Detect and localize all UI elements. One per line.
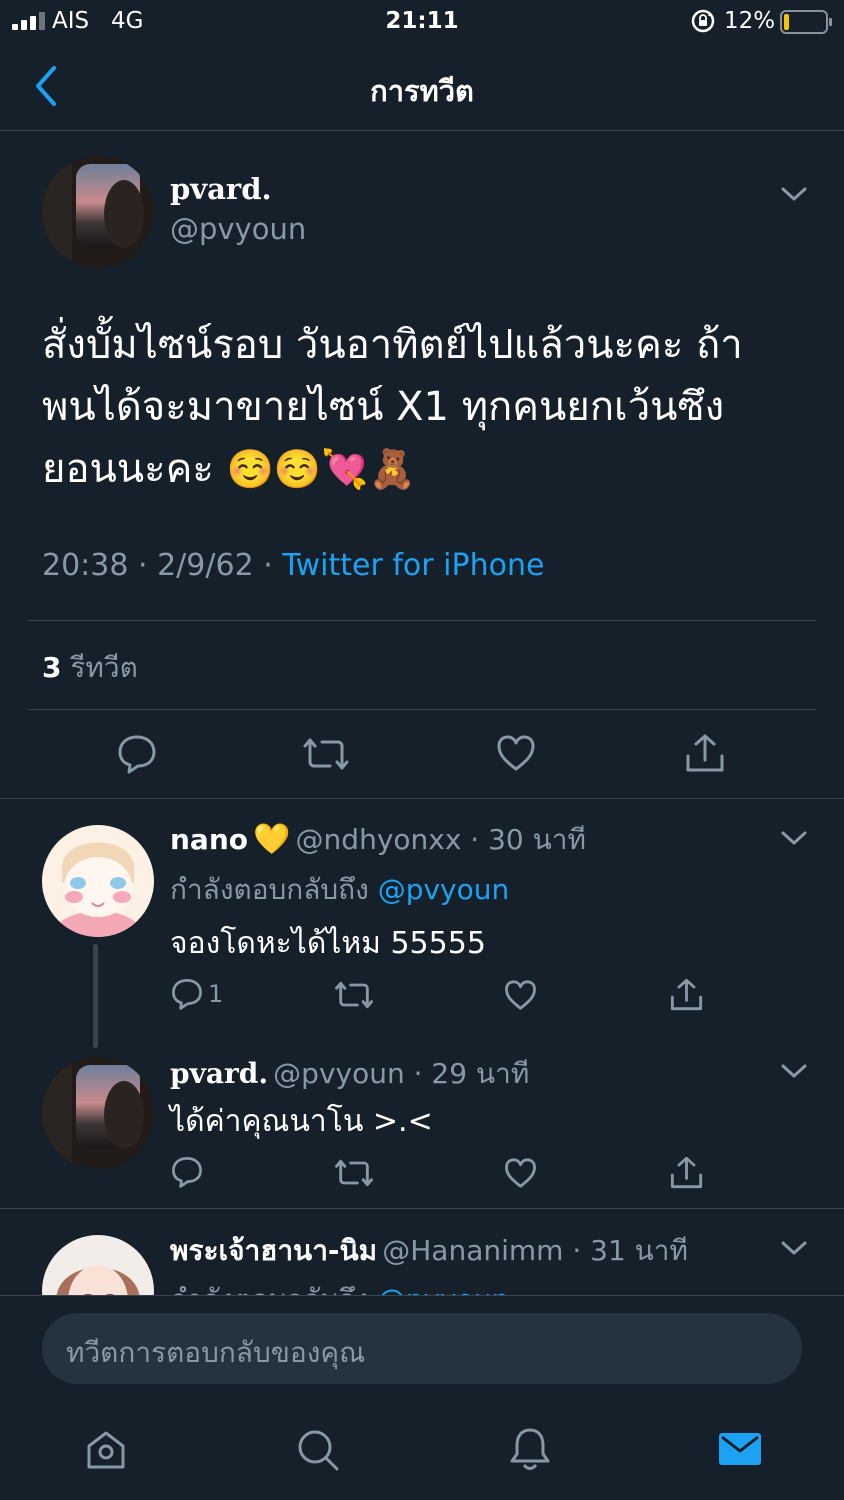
- battery-percent: 12%: [724, 8, 776, 34]
- tweet-text: สั่งบั้มไซน์รอบ วันอาทิตย์ไปแล้วนะคะ ถ้า…: [42, 314, 812, 500]
- like-icon[interactable]: [496, 734, 536, 772]
- tweet-text-segment: ยอนนะคะ: [42, 446, 214, 492]
- avatar[interactable]: [42, 156, 154, 268]
- thread-connector: [93, 944, 98, 1048]
- tweet-meta: 20:38 · 2/9/62 · Twitter for iPhone: [42, 548, 544, 583]
- divider: [28, 709, 816, 710]
- composer-placeholder: ทวีตการตอบกลับของคุณ: [66, 1336, 366, 1369]
- chevron-down-icon[interactable]: [780, 829, 808, 847]
- replying-to-link[interactable]: @pvyoun: [378, 873, 510, 906]
- reply-header: พระเจ้าฮานา-นิม @Hananimm · 31 นาที: [170, 1229, 688, 1273]
- chevron-down-icon[interactable]: [780, 1062, 808, 1080]
- handle[interactable]: @ndhyonxx: [296, 823, 462, 856]
- battery-icon: [780, 10, 834, 34]
- reply-header: pvard. @pvyoun · 29 นาที: [170, 1052, 529, 1096]
- meta-separator: ·: [263, 548, 283, 583]
- handle[interactable]: @pvyoun: [170, 212, 306, 246]
- reply-icon[interactable]: [116, 734, 158, 774]
- divider: [28, 620, 816, 621]
- replying-label: กำลังตอบกลับถึง: [170, 873, 369, 906]
- reply-text: จองโดหะได้ไหม 55555: [170, 926, 486, 961]
- avatar[interactable]: [42, 825, 154, 937]
- reply-icon[interactable]: [170, 1156, 204, 1188]
- retweet-icon[interactable]: [334, 1156, 374, 1190]
- retweet-icon[interactable]: [334, 978, 374, 1012]
- avatar[interactable]: [42, 1057, 154, 1169]
- meta-separator: ·: [138, 548, 158, 583]
- divider: [0, 798, 844, 799]
- replying-to: กำลังตอบกลับถึง @pvyoun: [170, 868, 509, 912]
- display-name[interactable]: พระเจ้าฮานา-นิม: [170, 1234, 377, 1267]
- time-ago: 31 นาที: [590, 1234, 688, 1267]
- like-icon[interactable]: [504, 1157, 537, 1189]
- rotation-lock-icon: [690, 8, 716, 34]
- page-title: การทวีต: [370, 74, 474, 108]
- reply-text: ได้ค่าคุณนาโน >.<: [170, 1104, 433, 1139]
- retweet-stats[interactable]: 3 รีทวีต: [42, 646, 138, 690]
- tweet-time: 20:38: [42, 548, 129, 583]
- tweet-source-link[interactable]: Twitter for iPhone: [282, 548, 544, 583]
- reply-count: 1: [208, 980, 224, 1008]
- search-icon[interactable]: [296, 1428, 340, 1472]
- display-name[interactable]: pvard.: [170, 1057, 268, 1090]
- share-icon[interactable]: [684, 732, 726, 774]
- notifications-icon[interactable]: [508, 1426, 552, 1472]
- emoji-sequence: ☺️☺️💘🧸: [226, 447, 416, 491]
- home-icon[interactable]: [84, 1428, 128, 1472]
- divider: [0, 1208, 844, 1209]
- share-icon[interactable]: [669, 1155, 704, 1190]
- messages-icon[interactable]: [718, 1430, 762, 1468]
- tweet-date: 2/9/62: [157, 548, 254, 583]
- tweet-text-line: พนได้จะมาขายไซน์ X1 ทุกคนยกเว้นซึง: [42, 384, 725, 430]
- chevron-down-icon[interactable]: [780, 1239, 808, 1257]
- chevron-down-icon[interactable]: [780, 185, 808, 203]
- retweet-icon[interactable]: [302, 734, 350, 774]
- status-bar: AIS 4G 21:11 12%: [0, 0, 844, 44]
- display-name[interactable]: nano: [170, 823, 248, 856]
- tweet-text-line: ยอนนะคะ ☺️☺️💘🧸: [42, 438, 812, 500]
- meta-separator: ·: [404, 1057, 432, 1090]
- meta-separator: ·: [461, 823, 489, 856]
- retweet-label: รีทวีต: [70, 651, 138, 684]
- nav-bar: การทวีต: [0, 44, 844, 131]
- like-icon[interactable]: [504, 979, 537, 1011]
- reply-icon[interactable]: [170, 978, 204, 1010]
- meta-separator: ·: [563, 1234, 591, 1267]
- handle[interactable]: @Hananimm: [382, 1234, 563, 1267]
- share-icon[interactable]: [669, 977, 704, 1012]
- time-ago: 30 นาที: [488, 823, 586, 856]
- display-name[interactable]: pvard.: [170, 172, 272, 206]
- name-emoji: 💛: [253, 822, 291, 857]
- tweet-text-line: สั่งบั้มไซน์รอบ วันอาทิตย์ไปแล้วนะคะ ถ้า: [42, 322, 743, 368]
- handle[interactable]: @pvyoun: [273, 1057, 405, 1090]
- status-time: 21:11: [385, 8, 459, 34]
- retweet-count: 3: [42, 651, 62, 684]
- reply-header: nano 💛 @ndhyonxx · 30 นาที: [170, 818, 586, 862]
- time-ago: 29 นาที: [431, 1057, 530, 1090]
